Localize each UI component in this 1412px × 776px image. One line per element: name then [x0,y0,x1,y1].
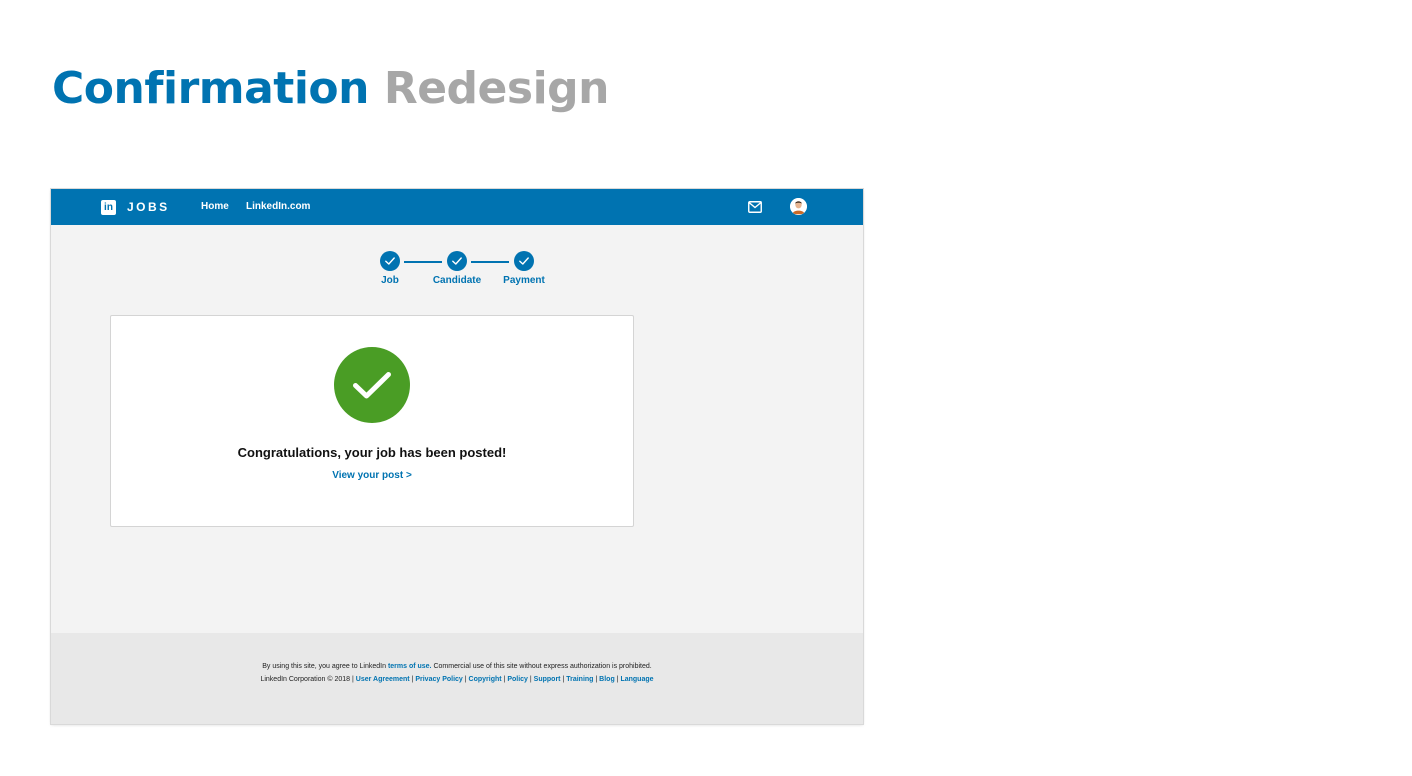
step-candidate-dot [447,251,467,271]
footer-copyright: LinkedIn Corporation © 2018 | [260,676,356,683]
footer-link-privacy-policy[interactable]: Privacy Policy [415,676,462,683]
footer: By using this site, you agree to LinkedI… [51,633,863,724]
step-payment-dot [514,251,534,271]
footer-link-language[interactable]: Language [620,676,653,683]
view-post-link[interactable]: View your post > [111,469,633,483]
step-job-dot [380,251,400,271]
mail-icon[interactable] [748,201,762,213]
top-nav: in JOBS Home LinkedIn.com [51,189,863,225]
step-connector [471,261,509,263]
slide-title-secondary: Redesign [383,63,610,114]
check-icon [385,257,395,265]
footer-link-blog[interactable]: Blog [599,676,615,683]
nav-home-link[interactable]: Home [201,200,229,214]
footer-links-line: LinkedIn Corporation © 2018 | User Agree… [260,676,654,683]
footer-link-training[interactable]: Training [566,676,593,683]
jobs-brand[interactable]: JOBS [127,199,170,215]
step-label-payment[interactable]: Payment [484,274,564,287]
slide-title: Confirmation Redesign [52,62,609,116]
app-window: in JOBS Home LinkedIn.com Job Candidate … [51,189,863,724]
footer-terms-suffix: Commercial use of this site without expr… [431,663,652,670]
footer-link-support[interactable]: Support [534,676,561,683]
linkedin-logo-text: in [104,202,113,213]
footer-terms-prefix: By using this site, you agree to LinkedI… [262,663,388,670]
check-icon [519,257,529,265]
success-check-icon [334,347,410,423]
nav-linkedin-link[interactable]: LinkedIn.com [246,200,310,214]
check-icon [452,257,462,265]
terms-of-use-link[interactable]: terms of use. [388,663,432,670]
linkedin-logo-icon[interactable]: in [101,200,116,215]
confirmation-message: Congratulations, your job has been poste… [237,445,507,460]
step-connector [404,261,442,263]
footer-link-policy[interactable]: Policy [507,676,528,683]
footer-link-copyright[interactable]: Copyright [469,676,502,683]
confirmation-card: Congratulations, your job has been poste… [110,315,634,527]
footer-terms-line: By using this site, you agree to LinkedI… [51,662,863,672]
slide-title-primary: Confirmation [52,63,369,114]
footer-link-user-agreement[interactable]: User Agreement [356,676,410,683]
avatar[interactable] [790,198,807,215]
